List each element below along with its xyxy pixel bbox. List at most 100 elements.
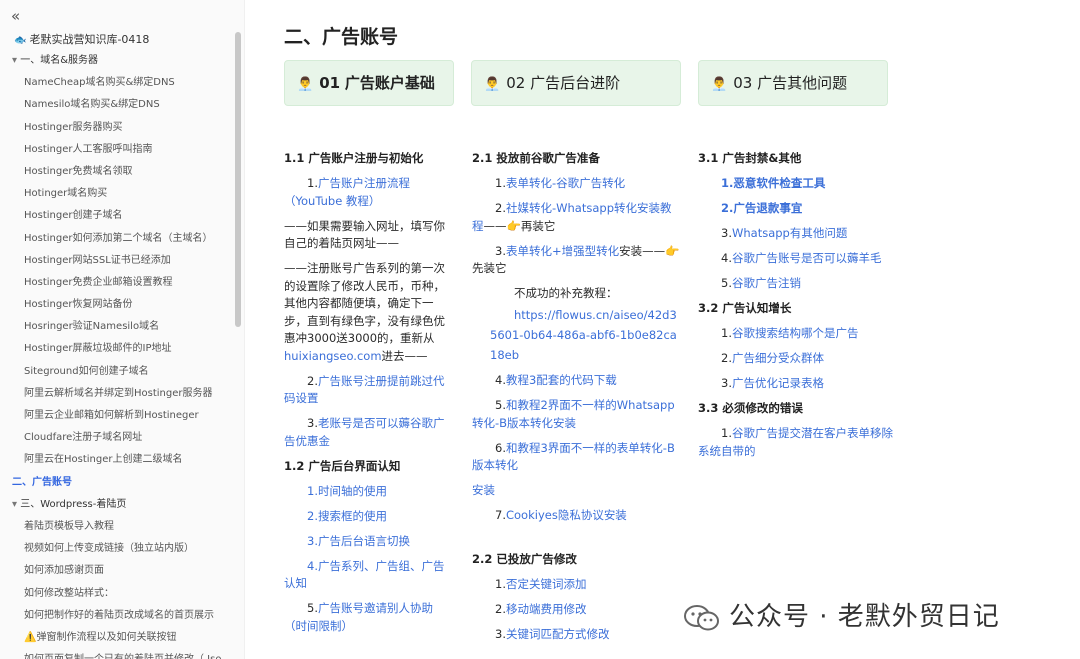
link-account-register[interactable]: 广告账户注册流程（YouTube 教程） [284,176,410,208]
sidebar-tree: ▾ 一、域名&服务器 NameCheap域名购买&绑定DNS Namesilo域名购… [0,50,236,659]
watermark: 公众号 · 老默外贸日记 [683,596,1000,633]
sidebar-item[interactable]: Hostinger屏蔽垃圾邮件的IP地址 [0,338,236,360]
sidebar-item[interactable]: 阿里云解析域名并绑定到Hostinger服务器 [0,383,236,405]
sidebar-item[interactable]: Hostinger如何添加第二个域名（主域名） [0,228,236,250]
sidebar: « 🐟 老默实战营知识库-0418 ▾ 一、域名&服务器 NameCheap域名购买… [0,0,245,659]
link-form-b-version-install[interactable]: 安装 [472,483,495,497]
sidebar-item[interactable]: Hostinger网站SSL证书已经添加 [0,250,236,272]
list-item: 3.广告后台语言切换 [284,533,450,551]
list-item: 3.Whatsapp有其他问题 [721,226,848,240]
list-item: 5.广告账号邀请别人协助（时间限制） [284,601,433,633]
knowledge-base-title[interactable]: 🐟 老默实战营知识库-0418 [14,31,149,47]
list-item: 3.广告优化记录表格 [721,376,824,390]
list-item: 2.广告账号注册提前跳过代码设置 [284,373,445,406]
link-account-close[interactable]: 谷歌广告注销 [732,276,801,290]
sidebar-item[interactable]: Siteground如何创建子域名 [0,361,236,383]
sidebar-item[interactable]: 阿里云在Hostinger上创建二级域名 [0,449,236,471]
link-flowus-tutorial[interactable]: https://flowus.cn/aiseo/42d35601-0b64-48… [490,308,677,362]
list-item: 5.和教程2界面不一样的Whatsapp转化-B版本转化安装 [472,398,675,430]
expand-caret-icon[interactable]: ▾ [12,499,20,510]
link-ad-refund[interactable]: 2.广告退款事宜 [721,201,802,215]
sidebar-item[interactable]: 如何添加感谢页面 [0,560,236,582]
column-other-issues: 3.1 广告封禁&其他 1.恶意软件检查工具 2.广告退款事宜 3.Whatsa… [698,150,894,460]
worker-icon: 👨‍💼 [484,77,501,92]
sidebar-item[interactable]: 如何修改整站样式： [0,583,236,605]
sidebar-section[interactable]: ▾ 一、域名&服务器 [0,50,236,72]
sidebar-item[interactable]: Hostinger人工客服呼叫指南 [0,139,236,161]
list-item: 2.广告细分受众群体 [721,351,824,365]
sidebar-item[interactable]: Namesilo域名购买&绑定DNS [0,94,236,116]
list-item: 2.搜索框的使用 [284,508,450,526]
sidebar-item[interactable]: Cloudfare注册子域名网址 [0,427,236,449]
link-cookieyes[interactable]: Cookiyes隐私协议安装 [506,508,627,522]
link-match-type[interactable]: 关键词匹配方式修改 [506,627,610,641]
list-item: 2.移动端费用修改 [495,601,587,616]
link-code-download[interactable]: 教程3配套的代码下载 [506,373,617,387]
list-item: 1.谷歌搜索结构哪个是广告 [721,326,859,340]
sidebar-item[interactable]: 如何把制作好的着陆页改成域名的首页展示 [0,605,236,627]
card-ad-backend-advanced[interactable]: 👨‍💼 02 广告后台进阶 [471,60,681,106]
link-enhanced-conversion[interactable]: 表单转化+增强型转化 [506,244,619,258]
link-negative-keywords[interactable]: 否定关键词添加 [506,577,587,591]
section-heading: 1.1 广告账户注册与初始化 [284,151,424,165]
link-campaign-structure[interactable]: 4.广告系列、广告组、广告认知 [284,559,444,591]
main-content: 二、广告账号 👨‍💼 01 广告账户基础 👨‍💼 02 广告后台进阶 👨‍💼 03 广… [284,0,1080,659]
sidebar-item[interactable]: NameCheap域名购买&绑定DNS [0,72,236,94]
sidebar-item[interactable]: Hostinger免费企业邮箱设置教程 [0,272,236,294]
list-item: 1.恶意软件检查工具 [698,175,894,193]
link-huixiangseo[interactable]: huixiangseo.com [284,349,382,363]
link-search-box[interactable]: 2.搜索框的使用 [307,509,387,523]
sidebar-section[interactable]: 二、广告账号 [0,472,236,494]
sidebar-item[interactable]: Hostinger免费域名领取 [0,161,236,183]
link-optimization-log[interactable]: 广告优化记录表格 [732,376,824,390]
link-mobile-bid[interactable]: 移动端费用修改 [506,602,587,616]
note-text: ——如果需要输入网址，填写你自己的着陆页网址—— [284,218,445,251]
sidebar-item[interactable]: Hostinger创建子域名 [0,205,236,227]
page-title: 二、广告账号 [284,26,399,48]
list-item: 1.表单转化-谷歌广告转化 [495,176,626,190]
sidebar-item[interactable]: 如何页面复制一个已有的着陆页并修改（.Jso... [0,649,236,659]
section-heading: 3.2 广告认知增长 [698,301,792,315]
list-item: 7.Cookiyes隐私协议安装 [495,508,627,522]
section-heading: 2.2 已投放广告修改 [472,551,577,566]
list-item: 1.广告账户注册流程（YouTube 教程） [284,176,410,208]
section-heading: 1.2 广告后台界面认知 [284,458,401,473]
sidebar-scrollbar[interactable] [235,32,241,327]
sidebar-item[interactable]: 阿里云企业邮箱如何解析到Hostineger [0,405,236,427]
sidebar-item[interactable]: Hostinger恢复网站备份 [0,294,236,316]
sidebar-item[interactable]: Hosringer验证Namesilo域名 [0,316,236,338]
list-item: 6.和教程3界面不一样的表单转化-B版本转化 [472,440,675,473]
link-timeline[interactable]: 1.时间轴的使用 [307,484,387,498]
section-heading: 3.3 必须修改的错误 [698,401,803,415]
sidebar-item[interactable]: 视频如何上传变成链接（独立站内版） [0,538,236,560]
list-item: 安装 [472,482,682,500]
expand-caret-icon[interactable]: ▾ [12,55,20,66]
column-account-basics: 1.1 广告账户注册与初始化 1.广告账户注册流程（YouTube 教程） ——… [284,150,450,635]
link-language-switch[interactable]: 3.广告后台语言切换 [307,534,410,548]
sidebar-item[interactable]: ⚠️弹窗制作流程以及如何关联按钮 [0,627,236,649]
link-audience-segments[interactable]: 广告细分受众群体 [732,351,824,365]
column-backend-advanced: 2.1 投放前谷歌广告准备 1.表单转化-谷歌广告转化 2.社媒转化-Whats… [472,150,682,643]
list-item: 4.谷歌广告账号是否可以薅羊毛 [721,251,882,265]
link-whatsapp-issues[interactable]: Whatsapp有其他问题 [732,226,847,240]
list-item: 1.谷歌广告提交潜在客户表单移除系统自带的 [698,426,893,458]
list-item: 5.谷歌广告注销 [721,276,801,290]
list-item: https://flowus.cn/aiseo/42d35601-0b64-48… [472,305,682,365]
link-malware-check[interactable]: 1.恶意软件检查工具 [721,176,825,190]
link-search-structure[interactable]: 谷歌搜索结构哪个是广告 [732,326,859,340]
fish-icon: 🐟 [14,35,27,46]
sidebar-item[interactable]: 着陆页模板导入教程 [0,516,236,538]
sidebar-item[interactable]: Hostinger服务器购买 [0,117,236,139]
card-ad-account-basics[interactable]: 👨‍💼 01 广告账户基础 [284,60,454,106]
section-heading: 2.1 投放前谷歌广告准备 [472,151,600,165]
collapse-sidebar-icon[interactable]: « [11,7,20,25]
link-form-conversion[interactable]: 表单转化-谷歌广告转化 [506,176,625,190]
note-text: 不成功的补充教程： [514,286,618,300]
sidebar-item[interactable]: Hotinger域名购买 [0,183,236,205]
list-item: 3.关键词匹配方式修改 [495,626,610,641]
sidebar-section[interactable]: ▾ 三、Wordpress-着陆页 [0,494,236,516]
note-text: ——注册账号广告系列的第一次的设置除了修改人民币，币种，其他内容都随便填，确定下… [284,261,445,363]
link-account-perks[interactable]: 谷歌广告账号是否可以薅羊毛 [732,251,882,265]
card-ad-other-issues[interactable]: 👨‍💼 03 广告其他问题 [698,60,888,106]
list-item: 4.广告系列、广告组、广告认知 [284,558,450,593]
